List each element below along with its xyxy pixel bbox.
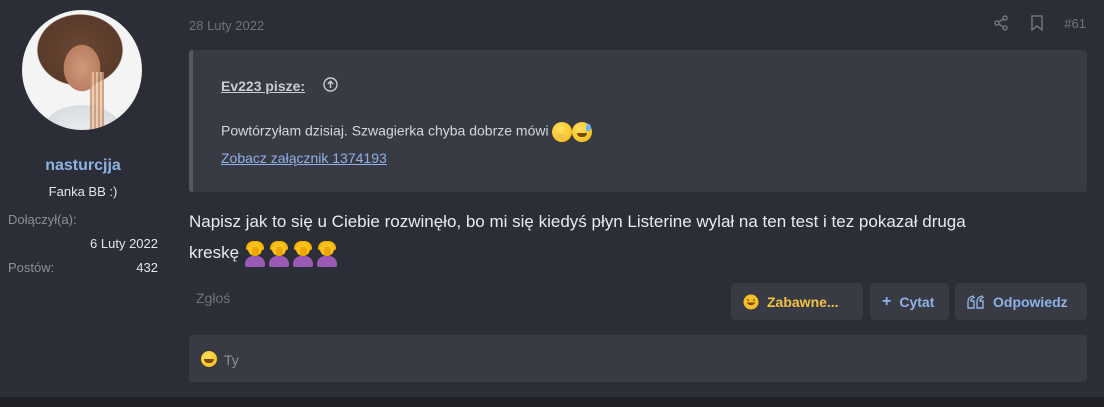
quote-text-content: Powtórzyłam dzisiaj. Szwagierka chyba do… (221, 122, 549, 139)
quote-block: Ev223 pisze: Powtórzyłam dzisiaj. Szwagi… (189, 50, 1087, 192)
post-header-actions: #61 (992, 14, 1086, 32)
woman-facepalming-icon (244, 240, 266, 267)
woman-facepalming-icon (316, 240, 338, 267)
user-title: Fanka BB :) (48, 184, 118, 199)
attachment-link[interactable]: Zobacz załącznik 1374193 (221, 150, 387, 166)
react-button[interactable]: Zabawne... (731, 283, 863, 320)
reply-button[interactable]: Odpowiedz (955, 283, 1087, 320)
joined-label: Dołączył(a): (8, 212, 77, 227)
reply-label: Odpowiedz (993, 293, 1068, 310)
reactions-bar: Ty (189, 335, 1087, 382)
post-body: Napisz jak to się u Ciebie rozwinęło, bo… (189, 206, 1069, 268)
post-body-line2: kreskę (189, 243, 240, 262)
reactions-text[interactable]: Ty (224, 352, 239, 368)
arrow-up-circle-icon[interactable] (323, 77, 338, 92)
user-info: nasturcjja Fanka BB :) Dołączył(a): 6 Lu… (0, 0, 176, 397)
posts-value: 432 (136, 260, 158, 275)
quote-author[interactable]: Ev223 pisze: (221, 78, 305, 94)
plus-icon: + (882, 292, 892, 310)
react-label: Zabawne... (767, 293, 839, 310)
post-date[interactable]: 28 Luty 2022 (189, 18, 264, 33)
username[interactable]: nasturcjja (0, 157, 166, 175)
grinning-sweat-icon (572, 122, 593, 142)
page-bottom-bar (0, 397, 1104, 407)
avatar[interactable] (22, 10, 142, 130)
share-icon[interactable] (992, 14, 1010, 32)
quote-text: Powtórzyłam dzisiaj. Szwagierka chyba do… (221, 122, 593, 142)
bookmark-icon[interactable] (1028, 14, 1046, 32)
quote-label: Cytat (899, 293, 935, 310)
joined-value: 6 Luty 2022 (90, 236, 158, 251)
post-body-line1: Napisz jak to się u Ciebie rozwinęło, bo… (189, 212, 966, 231)
laughing-face-icon (743, 294, 759, 309)
posts-label: Postów: (8, 260, 55, 275)
quote-button[interactable]: + Cytat (870, 283, 949, 320)
thinking-face-icon (552, 122, 573, 142)
post-number[interactable]: #61 (1064, 16, 1086, 31)
laughing-face-icon (201, 351, 217, 367)
quote-marks-icon (967, 294, 985, 309)
report-link[interactable]: Zgłoś (196, 290, 230, 306)
woman-facepalming-icon (268, 240, 290, 267)
woman-facepalming-icon (292, 240, 314, 267)
